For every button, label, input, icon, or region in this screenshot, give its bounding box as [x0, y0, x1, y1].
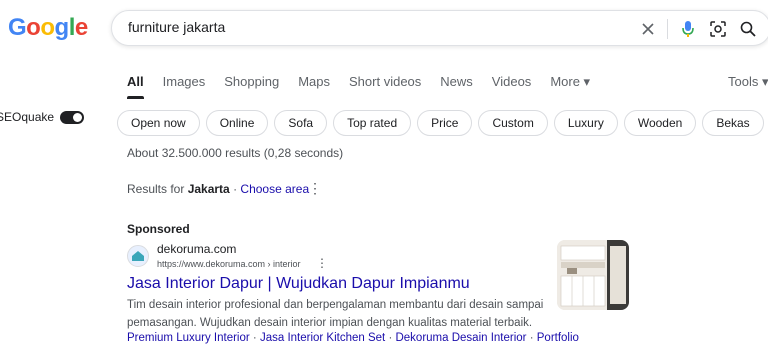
search-tabs: All Images Shopping Maps Short videos Ne… [127, 74, 609, 99]
search-icon[interactable] [738, 19, 758, 39]
chip-online[interactable]: Online [205, 110, 269, 136]
ad-site-name[interactable]: dekoruma.com [157, 242, 236, 256]
sitelink[interactable]: Premium Luxury Interior [127, 332, 250, 344]
chip-top-rated[interactable]: Top rated [333, 110, 412, 136]
ad-title-link[interactable]: Jasa Interior Dapur | Wujudkan Dapur Imp… [127, 275, 470, 293]
seoquake-toggle-group: SEOquake [0, 110, 85, 124]
ad-thumbnail-image[interactable] [557, 240, 629, 310]
chip-price[interactable]: Price [417, 110, 473, 136]
sitelink[interactable]: Jasa Interior Kitchen Set [260, 332, 385, 344]
google-logo[interactable]: Google [8, 14, 88, 42]
ad-url[interactable]: https://www.dekoruma.com › interior [157, 259, 301, 269]
chip-wooden[interactable]: Wooden [623, 110, 697, 136]
ad-description: Tim desain interior profesional dan berp… [127, 299, 544, 329]
sponsored-label: Sponsored [127, 222, 190, 236]
sitelink[interactable]: Dekoruma Desain Interior [395, 332, 526, 344]
tab-maps[interactable]: Maps [298, 74, 330, 90]
seoquake-toggle[interactable] [60, 110, 85, 124]
sitelink-separator: · [526, 332, 537, 344]
tab-more[interactable]: More ▾ [550, 74, 590, 90]
ad-sitelinks: Premium Luxury Interior · Jasa Interior … [127, 332, 579, 344]
chip-luxury[interactable]: Luxury [553, 110, 618, 136]
tab-short-videos[interactable]: Short videos [349, 74, 421, 90]
location-prefix: Results for [127, 182, 188, 196]
choose-area-link[interactable]: Choose area [240, 182, 309, 196]
search-input[interactable] [128, 19, 608, 35]
location-line: Results for Jakarta · Choose area [127, 182, 309, 196]
result-stats: About 32.500.000 results (0,28 seconds) [127, 146, 344, 160]
tab-shopping[interactable]: Shopping [224, 74, 279, 90]
divider [667, 19, 668, 39]
logo-letter: o [40, 14, 55, 41]
sitelink-separator: · [385, 332, 396, 344]
logo-letter: e [74, 14, 88, 41]
tab-all[interactable]: All [127, 74, 144, 99]
more-options-icon[interactable]: ⋮ [308, 180, 322, 197]
search-box [111, 10, 768, 46]
filter-chips: Open now Online Sofa Top rated Price Cus… [117, 110, 764, 136]
site-favicon [127, 245, 149, 267]
logo-letter: G [8, 14, 27, 41]
tab-videos[interactable]: Videos [492, 74, 532, 90]
sitelink[interactable]: Portfolio [537, 332, 579, 344]
ad-options-icon[interactable]: ⋮ [316, 256, 328, 270]
microphone-icon[interactable] [678, 19, 698, 39]
chip-custom[interactable]: Custom [478, 110, 548, 136]
lens-icon[interactable] [708, 19, 728, 39]
clear-icon[interactable] [638, 19, 658, 39]
sitelink-separator: · [249, 332, 260, 344]
logo-letter: g [54, 14, 70, 41]
house-icon [132, 251, 144, 261]
location-separator: · [229, 182, 241, 196]
chip-bekas[interactable]: Bekas [702, 110, 764, 136]
chip-sofa[interactable]: Sofa [274, 110, 328, 136]
chip-open-now[interactable]: Open now [117, 110, 200, 136]
logo-letter: o [26, 14, 41, 41]
location-place: Jakarta [187, 182, 230, 196]
tab-images[interactable]: Images [163, 74, 206, 90]
tab-news[interactable]: News [440, 74, 473, 90]
tools-button[interactable]: Tools ▾ [728, 74, 768, 90]
seoquake-label: SEOquake [0, 110, 55, 124]
